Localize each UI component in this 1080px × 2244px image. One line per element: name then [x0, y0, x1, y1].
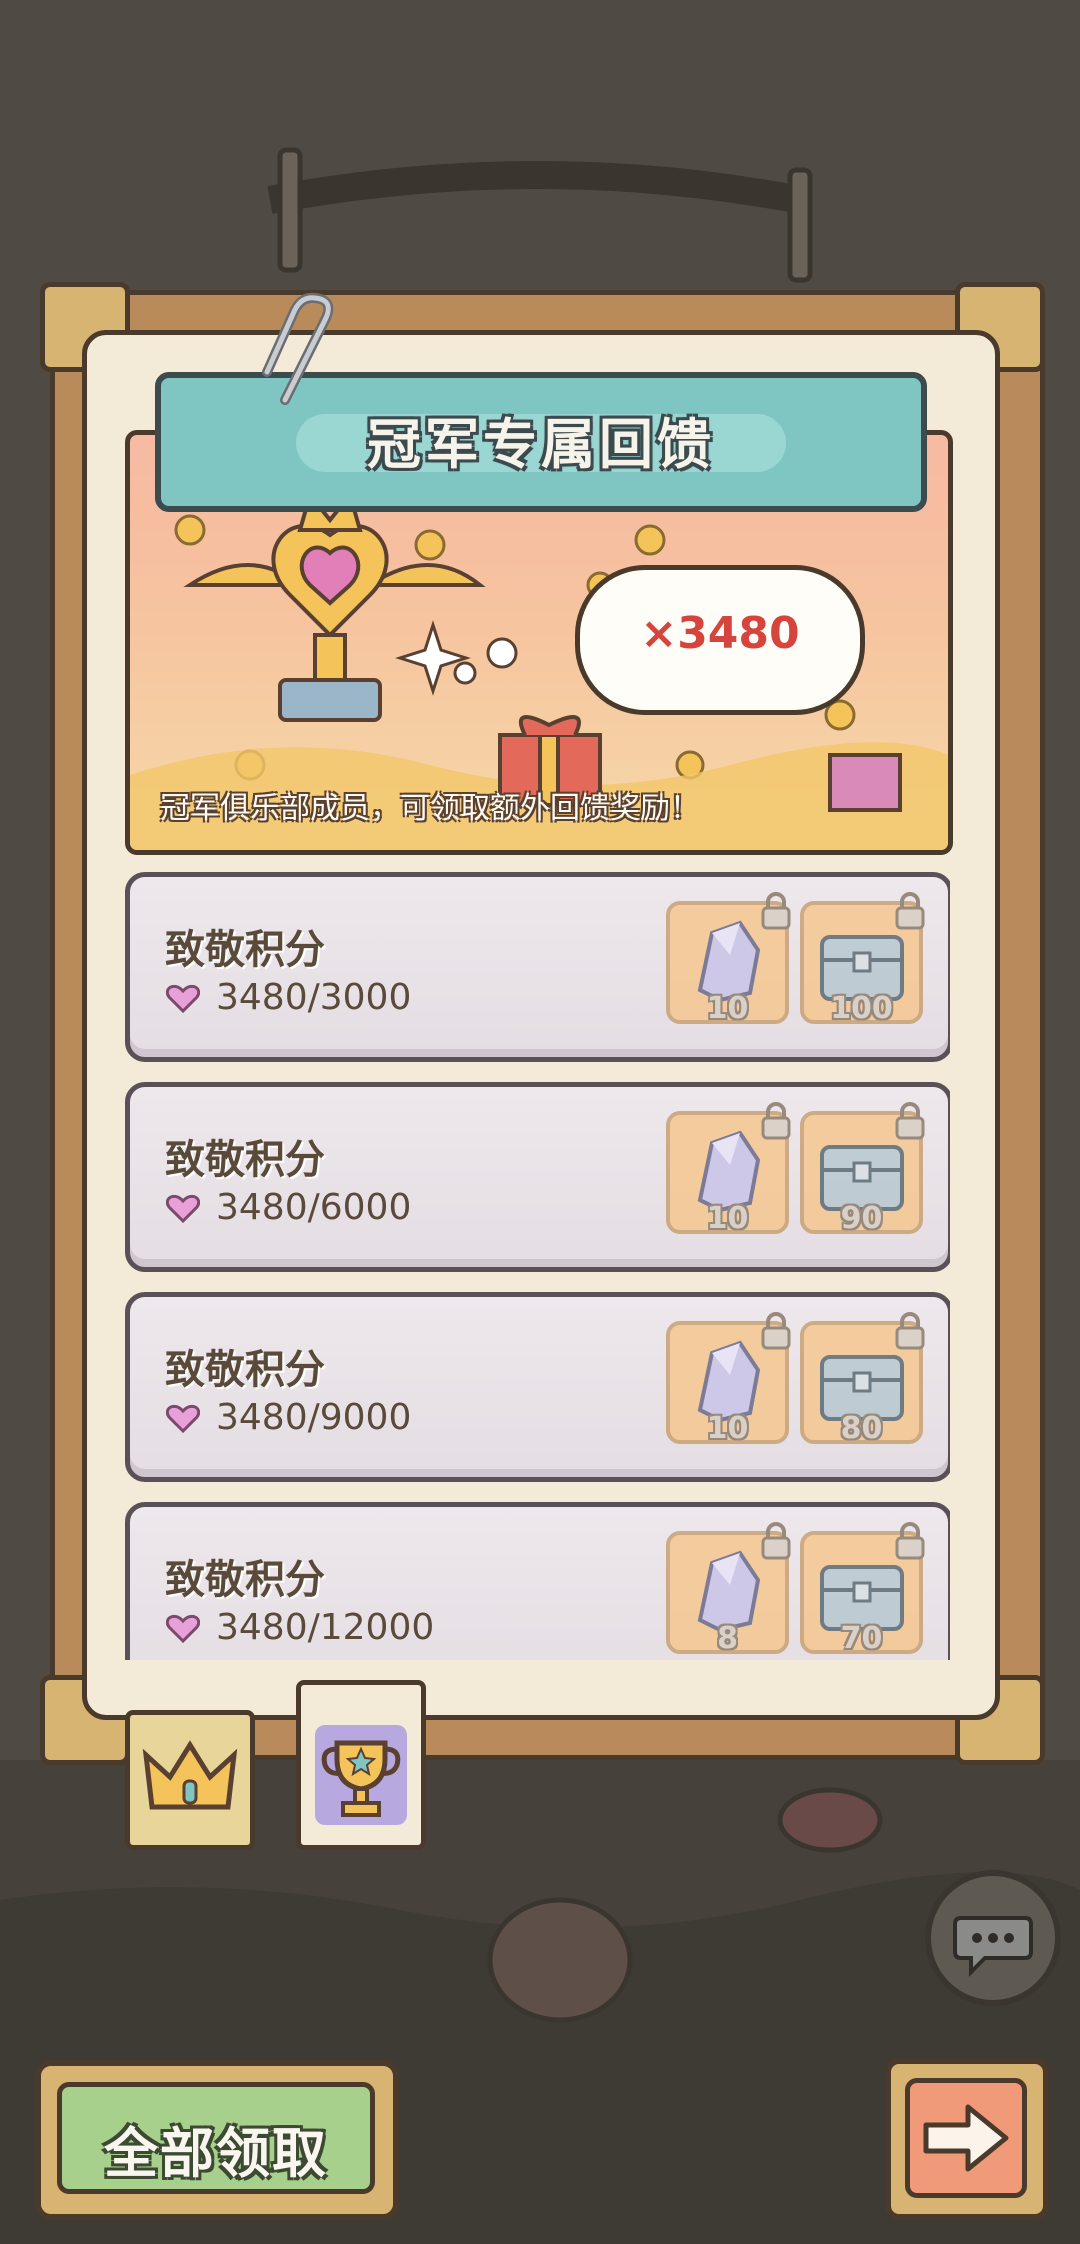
chat-button[interactable]: [925, 1870, 1061, 2006]
reward-slot-chest[interactable]: 90: [800, 1102, 925, 1236]
tab-trophy[interactable]: [296, 1680, 426, 1850]
heart-icon: [166, 1614, 200, 1643]
lock-icon: [895, 1522, 925, 1560]
reward-slot-crystal[interactable]: 8: [666, 1522, 791, 1656]
row-progress: 3480/12000: [166, 1607, 434, 1648]
lock-icon: [895, 1102, 925, 1140]
row-progress: 3480/3000: [166, 977, 411, 1018]
reward-count: 90: [840, 1201, 883, 1236]
reward-slot-chest[interactable]: 70: [800, 1522, 925, 1656]
reward-count: 80: [840, 1411, 883, 1446]
reward-row: 致敬积分 3480/3000 10 100: [125, 872, 950, 1062]
reward-slot-chest[interactable]: 80: [800, 1312, 925, 1446]
claim-all-label: 全部领取: [104, 2122, 328, 2185]
reward-row: 致敬积分 3480/6000 10 90: [125, 1082, 950, 1272]
arrow-right-icon: [923, 2104, 1009, 2172]
row-title: 致敬积分: [165, 927, 325, 973]
lock-icon: [761, 1312, 791, 1350]
reward-count: 8: [717, 1621, 738, 1656]
reward-count: 100: [830, 991, 893, 1026]
lock-icon: [895, 1312, 925, 1350]
next-button-face: [905, 2078, 1027, 2198]
row-progress: 3480/6000: [166, 1187, 411, 1228]
chat-bubble-icon: [953, 1916, 1033, 1977]
row-title: 致敬积分: [165, 1557, 325, 1603]
reward-slot-crystal[interactable]: 10: [666, 1312, 791, 1446]
reward-row: 致敬积分 3480/12000 8 70: [125, 1502, 950, 1660]
row-progress: 3480/9000: [166, 1397, 411, 1438]
lock-icon: [761, 892, 791, 930]
multiplier-cloud: ×3480: [575, 565, 865, 715]
trophy-icon: [321, 1740, 401, 1817]
heart-icon: [166, 1194, 200, 1223]
page-title: 冠军专属回馈: [367, 413, 715, 476]
progress-text: 3480/12000: [216, 1607, 435, 1648]
row-title: 致敬积分: [165, 1137, 325, 1183]
claim-all-button[interactable]: 全部领取: [35, 2060, 399, 2220]
row-title: 致敬积分: [165, 1347, 325, 1393]
tab-crown[interactable]: [125, 1710, 255, 1850]
reward-row: 致敬积分 3480/9000 10 80: [125, 1292, 950, 1482]
lock-icon: [761, 1522, 791, 1560]
heart-trophy-icon: [183, 490, 486, 722]
progress-text: 3480/6000: [216, 1187, 412, 1228]
reward-count: 10: [706, 991, 749, 1026]
paperclip-icon: [262, 292, 334, 405]
multiplier-value: ×3480: [640, 608, 800, 659]
banner-description: 冠军俱乐部成员，可领取额外回馈奖励！: [160, 791, 700, 826]
reward-slot-crystal[interactable]: 10: [666, 1102, 791, 1236]
crown-icon: [142, 1740, 238, 1810]
reward-count: 10: [706, 1201, 749, 1236]
next-button[interactable]: [885, 2058, 1049, 2220]
lock-icon: [895, 892, 925, 930]
progress-text: 3480/3000: [216, 977, 412, 1018]
reward-slot-chest[interactable]: 100: [800, 892, 925, 1026]
heart-icon: [166, 1404, 200, 1433]
reward-count: 70: [840, 1621, 883, 1656]
claim-all-button-face: 全部领取: [57, 2082, 375, 2194]
progress-text: 3480/9000: [216, 1397, 412, 1438]
reward-slot-crystal[interactable]: 10: [666, 892, 791, 1026]
heart-icon: [166, 984, 200, 1013]
reward-list[interactable]: 致敬积分 3480/3000 10 100 致敬积分 3480/6000 10: [125, 872, 950, 1660]
reward-count: 10: [706, 1411, 749, 1446]
lock-icon: [761, 1102, 791, 1140]
